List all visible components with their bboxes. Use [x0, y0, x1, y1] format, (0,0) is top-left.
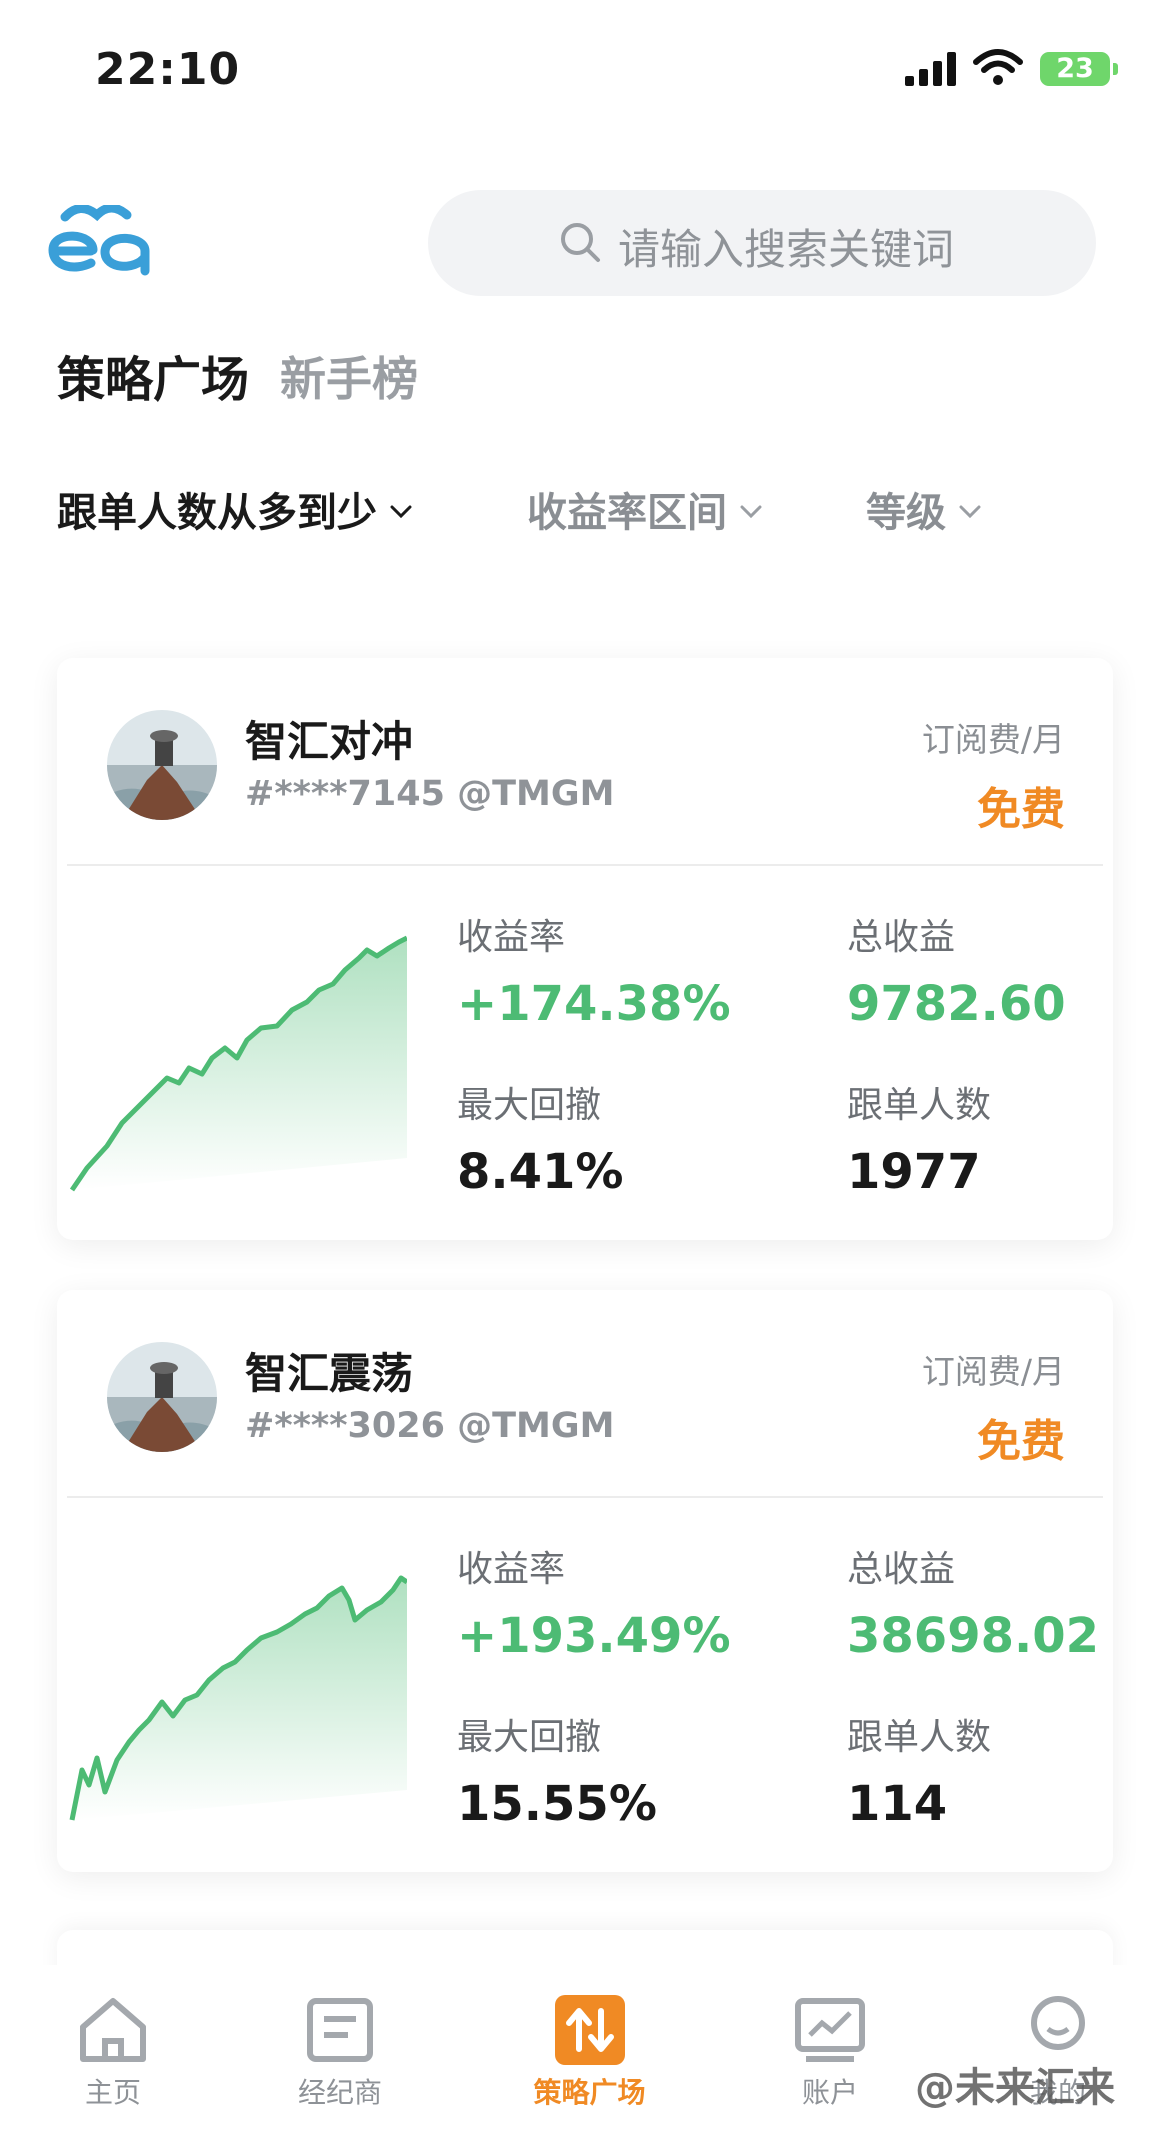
chevron-down-icon: [740, 505, 762, 519]
status-bar: 22:10 23: [0, 0, 1170, 150]
return-range-dropdown[interactable]: 收益率区间: [527, 480, 763, 538]
broker-icon: [307, 1998, 373, 2062]
filter-label: 收益率区间: [527, 490, 727, 536]
total-profit-value: 9782.60: [847, 976, 1066, 1032]
tab-account[interactable]: 账户: [755, 1995, 905, 2111]
cellular-signal-icon: [905, 52, 956, 86]
followers-value: 1977: [847, 1144, 981, 1200]
divider: [67, 1496, 1103, 1498]
strategy-name: 智汇震荡: [245, 1349, 414, 1398]
strategy-icon: [554, 1995, 625, 2065]
fee-value: 免费: [977, 784, 1065, 835]
account-chart-icon: [795, 1998, 865, 2062]
tab-strategy[interactable]: 策略广场: [512, 1995, 667, 2111]
tab-label: 经纪商: [297, 2076, 382, 2109]
max-drawdown-label: 最大回撤: [457, 1717, 602, 1758]
fee-label: 订阅费/月: [921, 720, 1065, 759]
home-icon: [80, 1998, 146, 2062]
status-time: 22:10: [95, 44, 241, 95]
followers-value: 114: [847, 1776, 948, 1832]
search-bar[interactable]: 请输入搜索关键词: [428, 190, 1096, 296]
tab-broker[interactable]: 经纪商: [265, 1995, 415, 2111]
search-placeholder: 请输入搜索关键词: [618, 225, 955, 274]
filter-label: 等级: [866, 490, 946, 536]
watermark: @未来汇来: [915, 2065, 1115, 2111]
return-label: 收益率: [457, 1549, 566, 1590]
search-icon: [561, 223, 600, 262]
tab-home[interactable]: 主页: [38, 1995, 188, 2111]
level-dropdown[interactable]: 等级: [866, 480, 982, 538]
wifi-icon: [973, 49, 1023, 85]
max-drawdown-value: 8.41%: [457, 1144, 624, 1200]
sort-followers-dropdown[interactable]: 跟单人数从多到少: [57, 480, 413, 538]
chevron-down-icon: [959, 505, 981, 519]
tab-label: 策略广场: [533, 2076, 646, 2109]
followers-label: 跟单人数: [847, 1085, 992, 1126]
battery-indicator: 23: [1040, 52, 1118, 86]
total-profit-value: 38698.02: [847, 1608, 1100, 1664]
divider: [67, 864, 1103, 866]
account-id: #****3026 @TMGM: [245, 1406, 615, 1446]
bottom-tab-bar: 主页 经纪商 策略广场 账户 我的: [0, 1965, 1170, 2143]
total-profit-label: 总收益: [847, 1549, 956, 1590]
equity-sparkline: [69, 1575, 407, 1821]
max-drawdown-label: 最大回撤: [457, 1085, 602, 1126]
total-profit-label: 总收益: [847, 917, 956, 958]
filter-label: 跟单人数从多到少: [57, 490, 377, 536]
return-label: 收益率: [457, 917, 566, 958]
return-value: +174.38%: [457, 976, 731, 1032]
tab-strategy-plaza[interactable]: 策略广场: [57, 340, 249, 410]
max-drawdown-value: 15.55%: [457, 1776, 657, 1832]
strategy-card[interactable]: 智汇震荡 #****3026 @TMGM 订阅费/月 免费 收益率 +193.4…: [57, 1290, 1113, 1872]
app-logo-icon: [48, 205, 150, 276]
chevron-down-icon: [390, 505, 412, 519]
fee-value: 免费: [977, 1416, 1065, 1467]
return-value: +193.49%: [457, 1608, 731, 1664]
equity-sparkline: [69, 935, 407, 1192]
followers-label: 跟单人数: [847, 1717, 992, 1758]
strategy-name: 智汇对冲: [245, 717, 414, 766]
tab-label: 主页: [84, 2076, 141, 2109]
avatar: [107, 710, 217, 820]
tab-newcomer-ranking[interactable]: 新手榜: [280, 343, 418, 409]
avatar: [107, 1342, 217, 1452]
fee-label: 订阅费/月: [921, 1352, 1065, 1391]
strategy-card[interactable]: 智汇对冲 #****7145 @TMGM 订阅费/月 免费 收益率 +174.3…: [57, 658, 1113, 1240]
account-id: #****7145 @TMGM: [245, 774, 615, 814]
tab-label: 账户: [801, 2076, 858, 2109]
